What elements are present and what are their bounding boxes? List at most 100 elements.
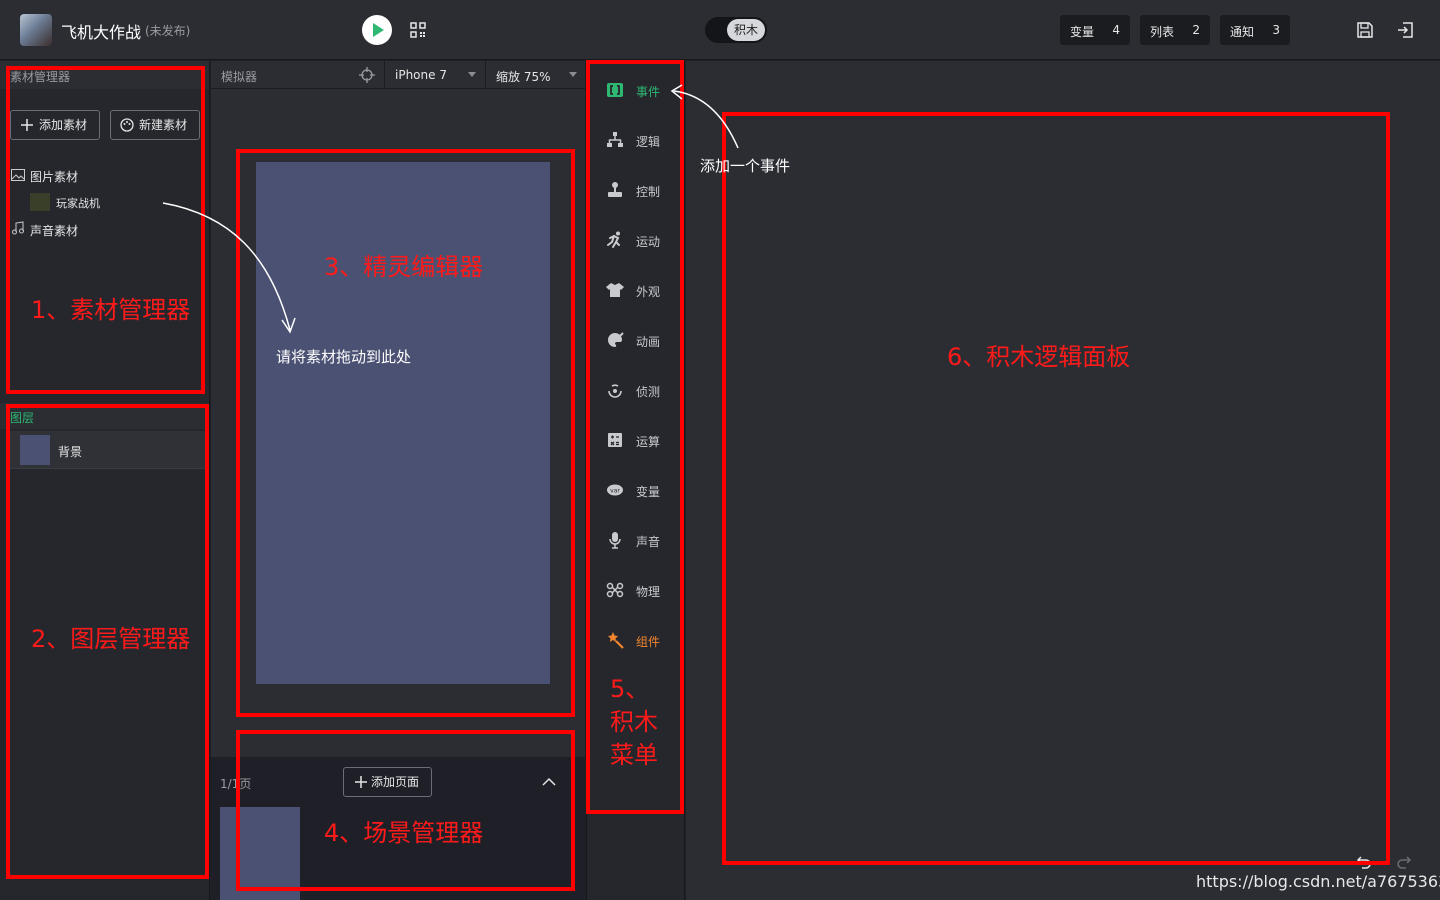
asset-manager-header: 素材管理器 [0, 61, 209, 89]
category-label: 声音 [636, 535, 661, 549]
block-category-looks[interactable]: 外观 [605, 278, 675, 302]
annotation-note-add-event: 添加一个事件 [700, 157, 791, 175]
stage-canvas[interactable] [256, 162, 550, 684]
chevron-down-icon [569, 72, 577, 77]
block-menu: 事件 逻辑 控制 运动 外观 动画 侦测 运算 var 变量 声音 物理 组件 [586, 61, 685, 900]
add-asset-label: 添加素材 [39, 118, 88, 132]
block-category-control[interactable]: 控制 [605, 178, 675, 202]
plus-icon [21, 119, 33, 131]
add-page-button[interactable]: 添加页面 [343, 767, 432, 797]
annotation-label-scene-manager: 4、场景管理器 [324, 819, 484, 847]
physics-icon [606, 582, 624, 598]
block-category-motion[interactable]: 运动 [605, 228, 675, 252]
block-category-components[interactable]: 组件 [605, 628, 675, 652]
sound-assets-group[interactable]: 声音素材 [30, 222, 78, 239]
scene-thumbnail[interactable] [220, 807, 300, 900]
annotation-label-sprite-editor: 3、精灵编辑器 [324, 253, 484, 281]
device-select-value: iPhone 7 [395, 68, 447, 82]
drop-hint: 请将素材拖动到此处 [276, 348, 412, 366]
zoom-select-value: 缩放 75% [496, 70, 551, 84]
project-title: 飞机大作战 [61, 23, 142, 42]
simulator-title: 模拟器 [221, 70, 258, 84]
palette-icon [120, 118, 134, 132]
player-plane-thumbnail [30, 193, 50, 211]
lists-counter[interactable]: 列表 2 [1140, 15, 1210, 45]
image-assets-group[interactable]: 图片素材 [30, 168, 78, 185]
category-label: 逻辑 [636, 135, 661, 149]
layer-thumbnail [20, 435, 50, 465]
category-label: 运算 [636, 435, 661, 449]
category-label: 控制 [636, 185, 661, 199]
var-icon: var [607, 484, 623, 496]
counter-value: 2 [1192, 23, 1200, 37]
add-asset-button[interactable]: 添加素材 [10, 110, 100, 140]
add-page-label: 添加页面 [371, 775, 420, 789]
annotation-label-layer-manager: 2、图层管理器 [31, 625, 191, 653]
wand-icon [608, 632, 624, 649]
zoom-select[interactable]: 缩放 75% [485, 61, 585, 89]
undo-icon[interactable] [1356, 855, 1372, 869]
page-count: 1/1页 [220, 777, 252, 791]
simulator-header: 模拟器 iPhone 7 缩放 75% [211, 61, 585, 89]
counter-label: 列表 [1150, 25, 1175, 39]
counter-value: 3 [1272, 23, 1280, 37]
palette-icon [608, 332, 624, 347]
counter-label: 变量 [1070, 25, 1095, 39]
calculator-icon [608, 433, 622, 447]
joystick-icon [608, 182, 622, 197]
left-panel: 素材管理器 添加素材 新建素材 图片素材 玩家战机 声音素材 图层 背景 [0, 61, 210, 900]
crosshair-icon[interactable] [359, 67, 375, 83]
asset-item-player-plane[interactable]: 玩家战机 [56, 195, 100, 211]
exit-icon[interactable] [1396, 21, 1414, 39]
svg-text:var: var [610, 487, 620, 494]
variables-counter[interactable]: 变量 4 [1060, 15, 1130, 45]
project-avatar[interactable] [20, 14, 52, 46]
category-label: 外观 [636, 285, 661, 299]
new-asset-label: 新建素材 [139, 118, 188, 132]
publish-status: (未发布) [145, 24, 191, 38]
qr-code-icon[interactable] [410, 22, 426, 38]
layer-label: 背景 [58, 445, 83, 459]
block-category-events[interactable]: 事件 [605, 78, 675, 102]
annotation-label-asset-manager: 1、素材管理器 [31, 296, 191, 324]
block-category-animation[interactable]: 动画 [605, 328, 675, 352]
category-label: 动画 [636, 335, 661, 349]
image-folder-icon [11, 169, 25, 181]
braces-icon [607, 83, 623, 97]
new-asset-button[interactable]: 新建素材 [110, 110, 200, 140]
block-category-operators[interactable]: 运算 [605, 428, 675, 452]
annotation-label-block-menu: 5、积木菜单 [610, 675, 658, 769]
category-label: 组件 [636, 635, 661, 649]
notifications-counter[interactable]: 通知 3 [1220, 15, 1290, 45]
chevron-down-icon [468, 72, 476, 77]
category-label: 物理 [636, 585, 661, 599]
block-logic-workspace[interactable] [686, 61, 1440, 900]
plus-icon [355, 776, 367, 788]
category-label: 事件 [636, 85, 661, 99]
category-label: 侦测 [636, 385, 661, 399]
layers-header: 图层 [0, 403, 209, 429]
category-label: 运动 [636, 235, 661, 249]
microphone-icon [609, 532, 621, 549]
device-select[interactable]: iPhone 7 [384, 61, 484, 89]
play-button[interactable] [362, 15, 392, 45]
category-label: 变量 [636, 485, 661, 499]
block-category-physics[interactable]: 物理 [605, 578, 675, 602]
mode-toggle-label: 积木 [727, 19, 765, 41]
block-category-logic[interactable]: 逻辑 [605, 128, 675, 152]
counter-value: 4 [1112, 23, 1120, 37]
shirt-icon [606, 283, 624, 297]
runner-icon [607, 231, 620, 248]
block-category-sensing[interactable]: 侦测 [605, 378, 675, 402]
annotation-label-logic-panel: 6、积木逻辑面板 [947, 343, 1131, 371]
save-icon[interactable] [1356, 21, 1374, 39]
redo-icon[interactable] [1396, 855, 1412, 869]
layer-row-background[interactable]: 背景 [10, 431, 205, 469]
block-category-sound[interactable]: 声音 [605, 528, 675, 552]
block-category-variables[interactable]: var 变量 [605, 478, 675, 502]
counter-label: 通知 [1230, 25, 1255, 39]
hierarchy-icon [607, 132, 623, 147]
radar-icon [608, 384, 622, 398]
mode-toggle[interactable]: 积木 [705, 17, 767, 43]
chevron-up-icon[interactable] [541, 775, 557, 787]
